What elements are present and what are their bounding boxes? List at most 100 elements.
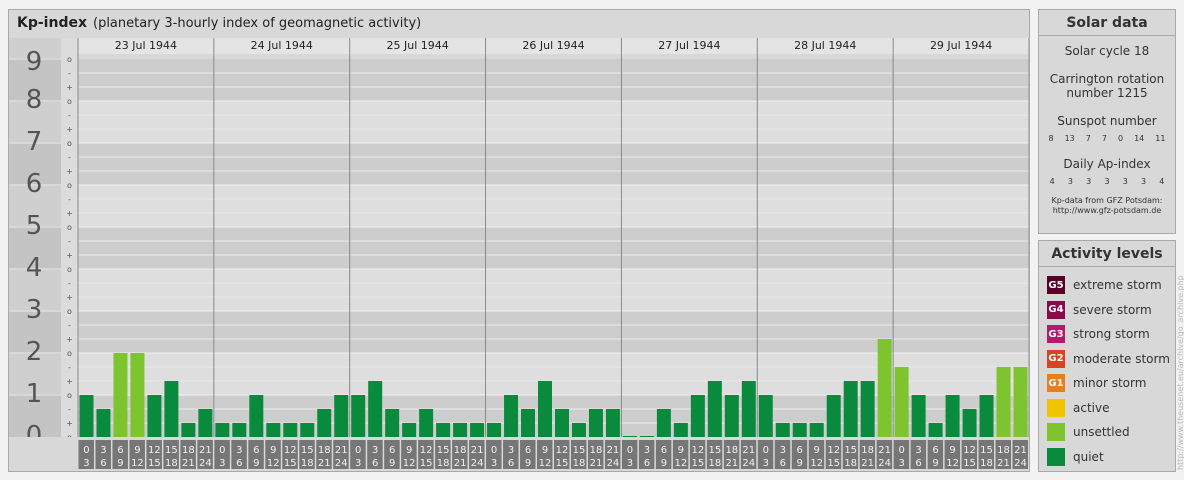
y-minor-tick-label: - xyxy=(68,111,71,120)
legend-label: extreme storm xyxy=(1073,278,1162,292)
day-label: 26 Jul 1944 xyxy=(522,39,584,52)
kp-bar xyxy=(521,408,536,437)
time-start-label: 12 xyxy=(420,445,433,456)
kp-bar xyxy=(402,423,417,437)
plot-band xyxy=(78,59,1029,101)
time-end-label: 12 xyxy=(267,458,280,469)
time-end-label: 15 xyxy=(963,458,976,469)
kp-source-url[interactable]: http://www.gfz-potsdam.de xyxy=(1039,206,1175,216)
legend-label: severe storm xyxy=(1073,302,1152,317)
time-start-label: 0 xyxy=(355,445,361,456)
legend-swatch: G3 xyxy=(1047,325,1065,343)
legend-item: G1 minor storm xyxy=(1047,373,1146,393)
time-end-label: 24 xyxy=(878,458,891,469)
time-start-label: 18 xyxy=(454,445,467,456)
kp-bar xyxy=(96,408,111,437)
time-start-label: 18 xyxy=(182,445,195,456)
time-start-label: 21 xyxy=(199,445,212,456)
time-end-label: 24 xyxy=(471,458,484,469)
time-end-label: 6 xyxy=(780,458,786,469)
y-minor-tick-label: - xyxy=(68,237,71,246)
kp-bar xyxy=(826,395,841,437)
time-start-label: 15 xyxy=(301,445,314,456)
legend-swatch: G4 xyxy=(1047,300,1065,319)
kp-bar xyxy=(470,423,485,437)
time-start-label: 15 xyxy=(844,445,857,456)
carrington-rotation-label: Carrington rotation xyxy=(1049,72,1165,86)
time-start-label: 3 xyxy=(915,445,921,456)
solar-cycle: Solar cycle 18 xyxy=(1064,44,1150,58)
kp-bar xyxy=(843,381,858,437)
time-start-label: 0 xyxy=(763,445,769,456)
time-end-label: 21 xyxy=(590,458,603,469)
sunspot-value-0: 8 xyxy=(1048,134,1054,143)
time-start-label: 9 xyxy=(678,445,684,456)
kp-bar xyxy=(962,408,977,437)
legend-swatch: G2 xyxy=(1047,349,1065,368)
time-end-label: 6 xyxy=(236,458,242,469)
carrington-rotation-number: number 1215 xyxy=(1066,86,1148,100)
kp-bar xyxy=(164,381,179,437)
time-end-label: 21 xyxy=(454,458,467,469)
kp-bar xyxy=(605,408,620,437)
time-start-label: 21 xyxy=(607,445,620,456)
legend-swatch xyxy=(1047,398,1065,417)
time-end-label: 15 xyxy=(827,458,840,469)
y-minor-tick-label: + xyxy=(66,209,73,218)
y-minor-tick-label: - xyxy=(68,69,71,78)
day-label: 24 Jul 1944 xyxy=(251,39,313,52)
kp-bar xyxy=(724,395,739,437)
time-start-label: 18 xyxy=(590,445,603,456)
day-label: 27 Jul 1944 xyxy=(658,39,720,52)
time-start-label: 15 xyxy=(573,445,586,456)
time-start-label: 15 xyxy=(980,445,993,456)
ap-value-6: 4 xyxy=(1159,177,1165,186)
kp-bar xyxy=(928,423,943,437)
kp-bar xyxy=(266,423,281,437)
solar-data-title: Solar data xyxy=(1039,10,1175,36)
y-minor-tick-label: + xyxy=(66,125,73,134)
time-end-label: 3 xyxy=(355,458,361,469)
time-end-label: 9 xyxy=(932,458,938,469)
kp-bar xyxy=(147,395,162,437)
time-end-label: 24 xyxy=(607,458,620,469)
y-major-tick-label: 1 xyxy=(26,379,43,409)
time-start-label: 18 xyxy=(318,445,331,456)
time-start-label: 12 xyxy=(963,445,976,456)
kp-bar xyxy=(555,408,569,437)
y-minor-tick-label: + xyxy=(66,83,73,92)
legend-label: quiet xyxy=(1073,449,1104,464)
legend-swatch xyxy=(1047,447,1065,466)
legend-label: active xyxy=(1073,400,1110,415)
kp-bar xyxy=(707,381,722,437)
y-major-tick-label: 3 xyxy=(26,295,43,325)
time-start-label: 3 xyxy=(644,445,650,456)
time-start-label: 21 xyxy=(878,445,891,456)
time-start-label: 6 xyxy=(797,445,803,456)
y-major-tick-label: 5 xyxy=(26,211,43,241)
time-start-label: 6 xyxy=(389,445,395,456)
kp-bar xyxy=(113,353,128,437)
time-start-label: 12 xyxy=(556,445,569,456)
kp-bar-chart: 0123456789o+-o+-o+-o+-o+-o+-o+-o+-o+-o23… xyxy=(9,38,1029,471)
legend-item: G2 moderate storm xyxy=(1047,349,1170,369)
time-start-label: 0 xyxy=(898,445,904,456)
kp-bar xyxy=(860,381,875,437)
y-major-tick-label: 6 xyxy=(26,169,43,199)
time-end-label: 6 xyxy=(100,458,106,469)
kp-bar xyxy=(419,408,434,437)
time-start-label: 0 xyxy=(491,445,497,456)
kp-bar xyxy=(775,423,790,437)
legend-item: unsettled xyxy=(1047,422,1130,442)
time-end-label: 12 xyxy=(946,458,959,469)
time-start-label: 3 xyxy=(780,445,786,456)
y-major-tick-label: 7 xyxy=(26,127,43,157)
sunspot-value-1: 13 xyxy=(1064,134,1075,143)
time-start-label: 18 xyxy=(997,445,1010,456)
time-start-label: 15 xyxy=(708,445,721,456)
kp-bar xyxy=(945,395,960,437)
ap-value-2: 3 xyxy=(1086,177,1092,186)
time-end-label: 21 xyxy=(997,458,1010,469)
time-end-label: 3 xyxy=(219,458,225,469)
time-end-label: 18 xyxy=(165,458,178,469)
